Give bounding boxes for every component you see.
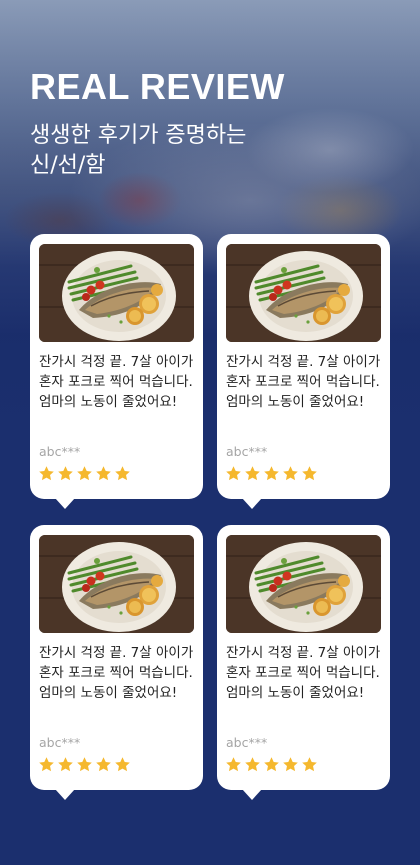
hero-title: REAL REVIEW (30, 66, 285, 107)
review-text: 잔가시 걱정 끝. 7살 아이가 혼자 포크로 찍어 먹습니다. 엄마의 노동이… (226, 645, 381, 701)
review-card[interactable]: 잔가시 걱정 끝. 7살 아이가 혼자 포크로 찍어 먹습니다. 엄마의 노동이… (217, 525, 390, 800)
review-photo (226, 244, 381, 342)
review-photo (226, 535, 381, 633)
star-icon (264, 757, 279, 772)
star-icon (39, 466, 54, 481)
star-icon (58, 466, 73, 481)
star-rating (225, 756, 318, 774)
star-rating (38, 756, 131, 774)
star-icon (245, 757, 260, 772)
review-card[interactable]: 잔가시 걱정 끝. 7살 아이가 혼자 포크로 찍어 먹습니다. 엄마의 노동이… (30, 525, 203, 800)
star-icon (226, 757, 241, 772)
review-username: abc*** (226, 735, 268, 750)
star-rating (225, 465, 318, 483)
review-username: abc*** (39, 444, 81, 459)
review-username: abc*** (39, 735, 81, 750)
review-photo (39, 244, 194, 342)
hero-subtitle-line1: 생생한 후기가 증명하는 (30, 123, 247, 148)
star-icon (77, 757, 92, 772)
hero-subtitle-line2: 신/선/함 (30, 153, 106, 178)
star-icon (39, 757, 54, 772)
star-icon (96, 466, 111, 481)
star-icon (245, 466, 260, 481)
review-photo (39, 535, 194, 633)
star-icon (115, 757, 130, 772)
hero-subtitle: 생생한 후기가 증명하는 신/선/함 (30, 121, 370, 181)
star-icon (96, 757, 111, 772)
star-icon (226, 466, 241, 481)
star-icon (283, 757, 298, 772)
review-card[interactable]: 잔가시 걱정 끝. 7살 아이가 혼자 포크로 찍어 먹습니다. 엄마의 노동이… (30, 234, 203, 509)
review-username: abc*** (226, 444, 268, 459)
star-icon (283, 466, 298, 481)
star-icon (302, 757, 317, 772)
review-card[interactable]: 잔가시 걱정 끝. 7살 아이가 혼자 포크로 찍어 먹습니다. 엄마의 노동이… (217, 234, 390, 509)
star-icon (77, 466, 92, 481)
star-icon (115, 466, 130, 481)
star-icon (58, 757, 73, 772)
review-text: 잔가시 걱정 끝. 7살 아이가 혼자 포크로 찍어 먹습니다. 엄마의 노동이… (226, 354, 381, 410)
star-icon (302, 466, 317, 481)
review-text: 잔가시 걱정 끝. 7살 아이가 혼자 포크로 찍어 먹습니다. 엄마의 노동이… (39, 645, 194, 701)
star-icon (264, 466, 279, 481)
star-rating (38, 465, 131, 483)
review-text: 잔가시 걱정 끝. 7살 아이가 혼자 포크로 찍어 먹습니다. 엄마의 노동이… (39, 354, 194, 410)
